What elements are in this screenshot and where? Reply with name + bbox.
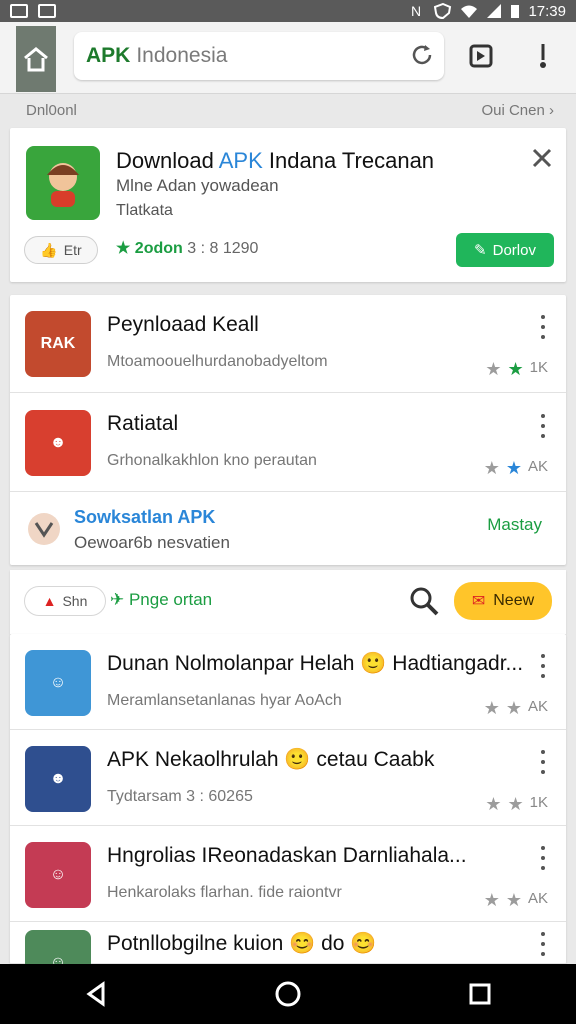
new-button[interactable]: ✉ Neew — [454, 582, 552, 620]
item-title: Dunan Nolmolanpar Helah 🙂 Hadtiangadr... — [107, 652, 524, 675]
featured-list: RAK Peynloaad Keall Mtoamoouelhurdanobad… — [10, 295, 566, 565]
home-button[interactable] — [16, 26, 56, 92]
new-badge-icon: ✉ — [471, 593, 486, 610]
item-stars: ★ ★ AK — [483, 698, 548, 718]
more-icon[interactable] — [538, 414, 548, 438]
svg-text:N: N — [411, 3, 421, 19]
gallery-icon — [10, 4, 28, 18]
flag-icon: ▲ — [42, 593, 57, 609]
banner-title: Download APK Indana Trecanan — [116, 148, 435, 173]
browser-toolbar: APK Indonesia — [0, 22, 576, 94]
item-subtitle: Grhonalkakhlon kno perautan — [107, 452, 317, 469]
item-subtitle: Henkarolaks flarhan. fide raiontvr — [107, 884, 342, 901]
rak-icon: RAK — [25, 311, 91, 377]
close-icon — [532, 148, 552, 168]
url-light: Indonesia — [136, 44, 228, 67]
wifi-icon — [461, 5, 478, 18]
filter-bar: ▲ Shn ✈ Pnge ortan ✉ Neew — [10, 570, 566, 634]
hat-man-icon: ☻ — [25, 410, 91, 476]
promo-title: Sowksatlan APK — [74, 507, 216, 527]
recent-apps-icon[interactable] — [467, 981, 493, 1007]
image-icon — [38, 4, 56, 18]
app-avatar-icon: ☺ — [25, 650, 91, 716]
reload-icon[interactable] — [410, 43, 434, 67]
item-title: Potnllobgilne kuion 😊 do 😊 — [107, 932, 377, 955]
rating: ★ 2odon 3 : 8 1290 — [116, 240, 259, 257]
filter-text[interactable]: ✈ Pnge ortan — [110, 590, 212, 610]
breadcrumb-left[interactable]: Dnl0onl — [26, 102, 77, 119]
url-strong: APK — [86, 44, 131, 67]
hand-download-icon — [28, 513, 60, 545]
more-icon[interactable] — [538, 932, 548, 956]
address-bar[interactable]: APK Indonesia — [74, 32, 444, 80]
item-title: Peynloaad Keall — [107, 313, 259, 336]
download-button[interactable]: ✎ Dorlov — [456, 233, 554, 267]
status-bar: N 17:39 — [0, 0, 576, 22]
item-title: APK Nekaolhrulah 🙂 cetau Caabk — [107, 748, 435, 771]
more-icon[interactable] — [538, 750, 548, 774]
status-time: 17:39 — [528, 2, 566, 20]
list-item[interactable]: RAK Peynloaad Keall Mtoamoouelhurdanobad… — [10, 295, 566, 393]
app-avatar-icon: ☻ — [25, 746, 91, 812]
table-row[interactable]: ☺ Hngrolias IReonadaskan Darnliahala... … — [10, 826, 566, 922]
promo-row[interactable]: Sowksatlan APK Oewoar6b nesvatien Mastay — [10, 493, 566, 565]
promo-subtitle: Oewoar6b nesvatien — [74, 533, 230, 552]
chevron-right-icon: › — [549, 102, 554, 119]
like-pill[interactable]: 👍 Etr — [24, 236, 98, 264]
list-item[interactable]: ☻ Ratiatal Grhonalkakhlon kno perautan ★… — [10, 394, 566, 492]
banner-subtitle-2: Tlatkata — [116, 202, 173, 219]
close-button[interactable] — [530, 146, 554, 170]
download-badge-icon: ✎ — [474, 242, 487, 259]
status-left-icons — [10, 4, 56, 18]
thumb-icon: 👍 — [40, 241, 58, 258]
table-row[interactable]: ☻ APK Nekaolhrulah 🙂 cetau Caabk Tydtars… — [10, 730, 566, 826]
more-icon[interactable] — [538, 654, 548, 678]
tab-icon[interactable] — [467, 42, 495, 70]
star-icon: ★ — [116, 240, 131, 257]
status-right: N 17:39 — [410, 3, 566, 20]
battery-icon — [511, 5, 520, 18]
home-circle-icon[interactable] — [274, 980, 302, 1008]
signal-icon — [487, 4, 502, 18]
item-stars: ★ ★ AK — [483, 890, 548, 910]
app-list: ☺ Dunan Nolmolanpar Helah 🙂 Hadtiangadr.… — [10, 634, 566, 996]
item-title: Hngrolias IReonadaskan Darnliahala... — [107, 844, 467, 867]
more-icon[interactable] — [538, 315, 548, 339]
item-stars: ★ ★ AK — [483, 458, 548, 478]
more-icon[interactable] — [538, 846, 548, 870]
table-row[interactable]: ☺ Dunan Nolmolanpar Helah 🙂 Hadtiangadr.… — [10, 634, 566, 730]
filter-pill[interactable]: ▲ Shn — [24, 586, 106, 616]
app-avatar-icon: ☺ — [25, 842, 91, 908]
item-title: Ratiatal — [107, 412, 179, 435]
app-avatar-icon[interactable] — [26, 146, 100, 220]
shield-icon — [434, 3, 452, 19]
system-navbar — [0, 964, 576, 1024]
breadcrumb-right[interactable]: Oui Cnen › — [481, 102, 554, 119]
download-icon[interactable] — [531, 42, 555, 70]
breadcrumb: Dnl0onl Oui Cnen › — [0, 96, 576, 124]
item-subtitle: Meramlansetanlanas hyar AoAch — [107, 692, 342, 709]
item-stars: ★ ★ 1K — [485, 359, 548, 379]
back-icon[interactable] — [83, 981, 109, 1007]
item-subtitle: Tydtarsam 3 : 60265 — [107, 788, 253, 805]
banner-subtitle-1: Mlne Adan yowadean — [116, 176, 279, 195]
table-row[interactable]: ☺ Potnllobgilne kuion 😊 do 😊 — [10, 922, 566, 996]
breadcrumb-right-label: Oui Cnen — [481, 102, 545, 119]
n-icon: N — [411, 3, 421, 19]
item-subtitle: Mtoamoouelhurdanobadyeltom — [107, 353, 328, 370]
download-banner: Download APK Indana Trecanan Mlne Adan y… — [10, 128, 566, 282]
mascot-icon — [47, 163, 79, 207]
promo-action[interactable]: Mastay — [487, 515, 542, 535]
search-icon[interactable] — [408, 585, 440, 617]
item-stars: ★ ★ 1K — [485, 794, 548, 814]
home-icon — [24, 47, 48, 72]
